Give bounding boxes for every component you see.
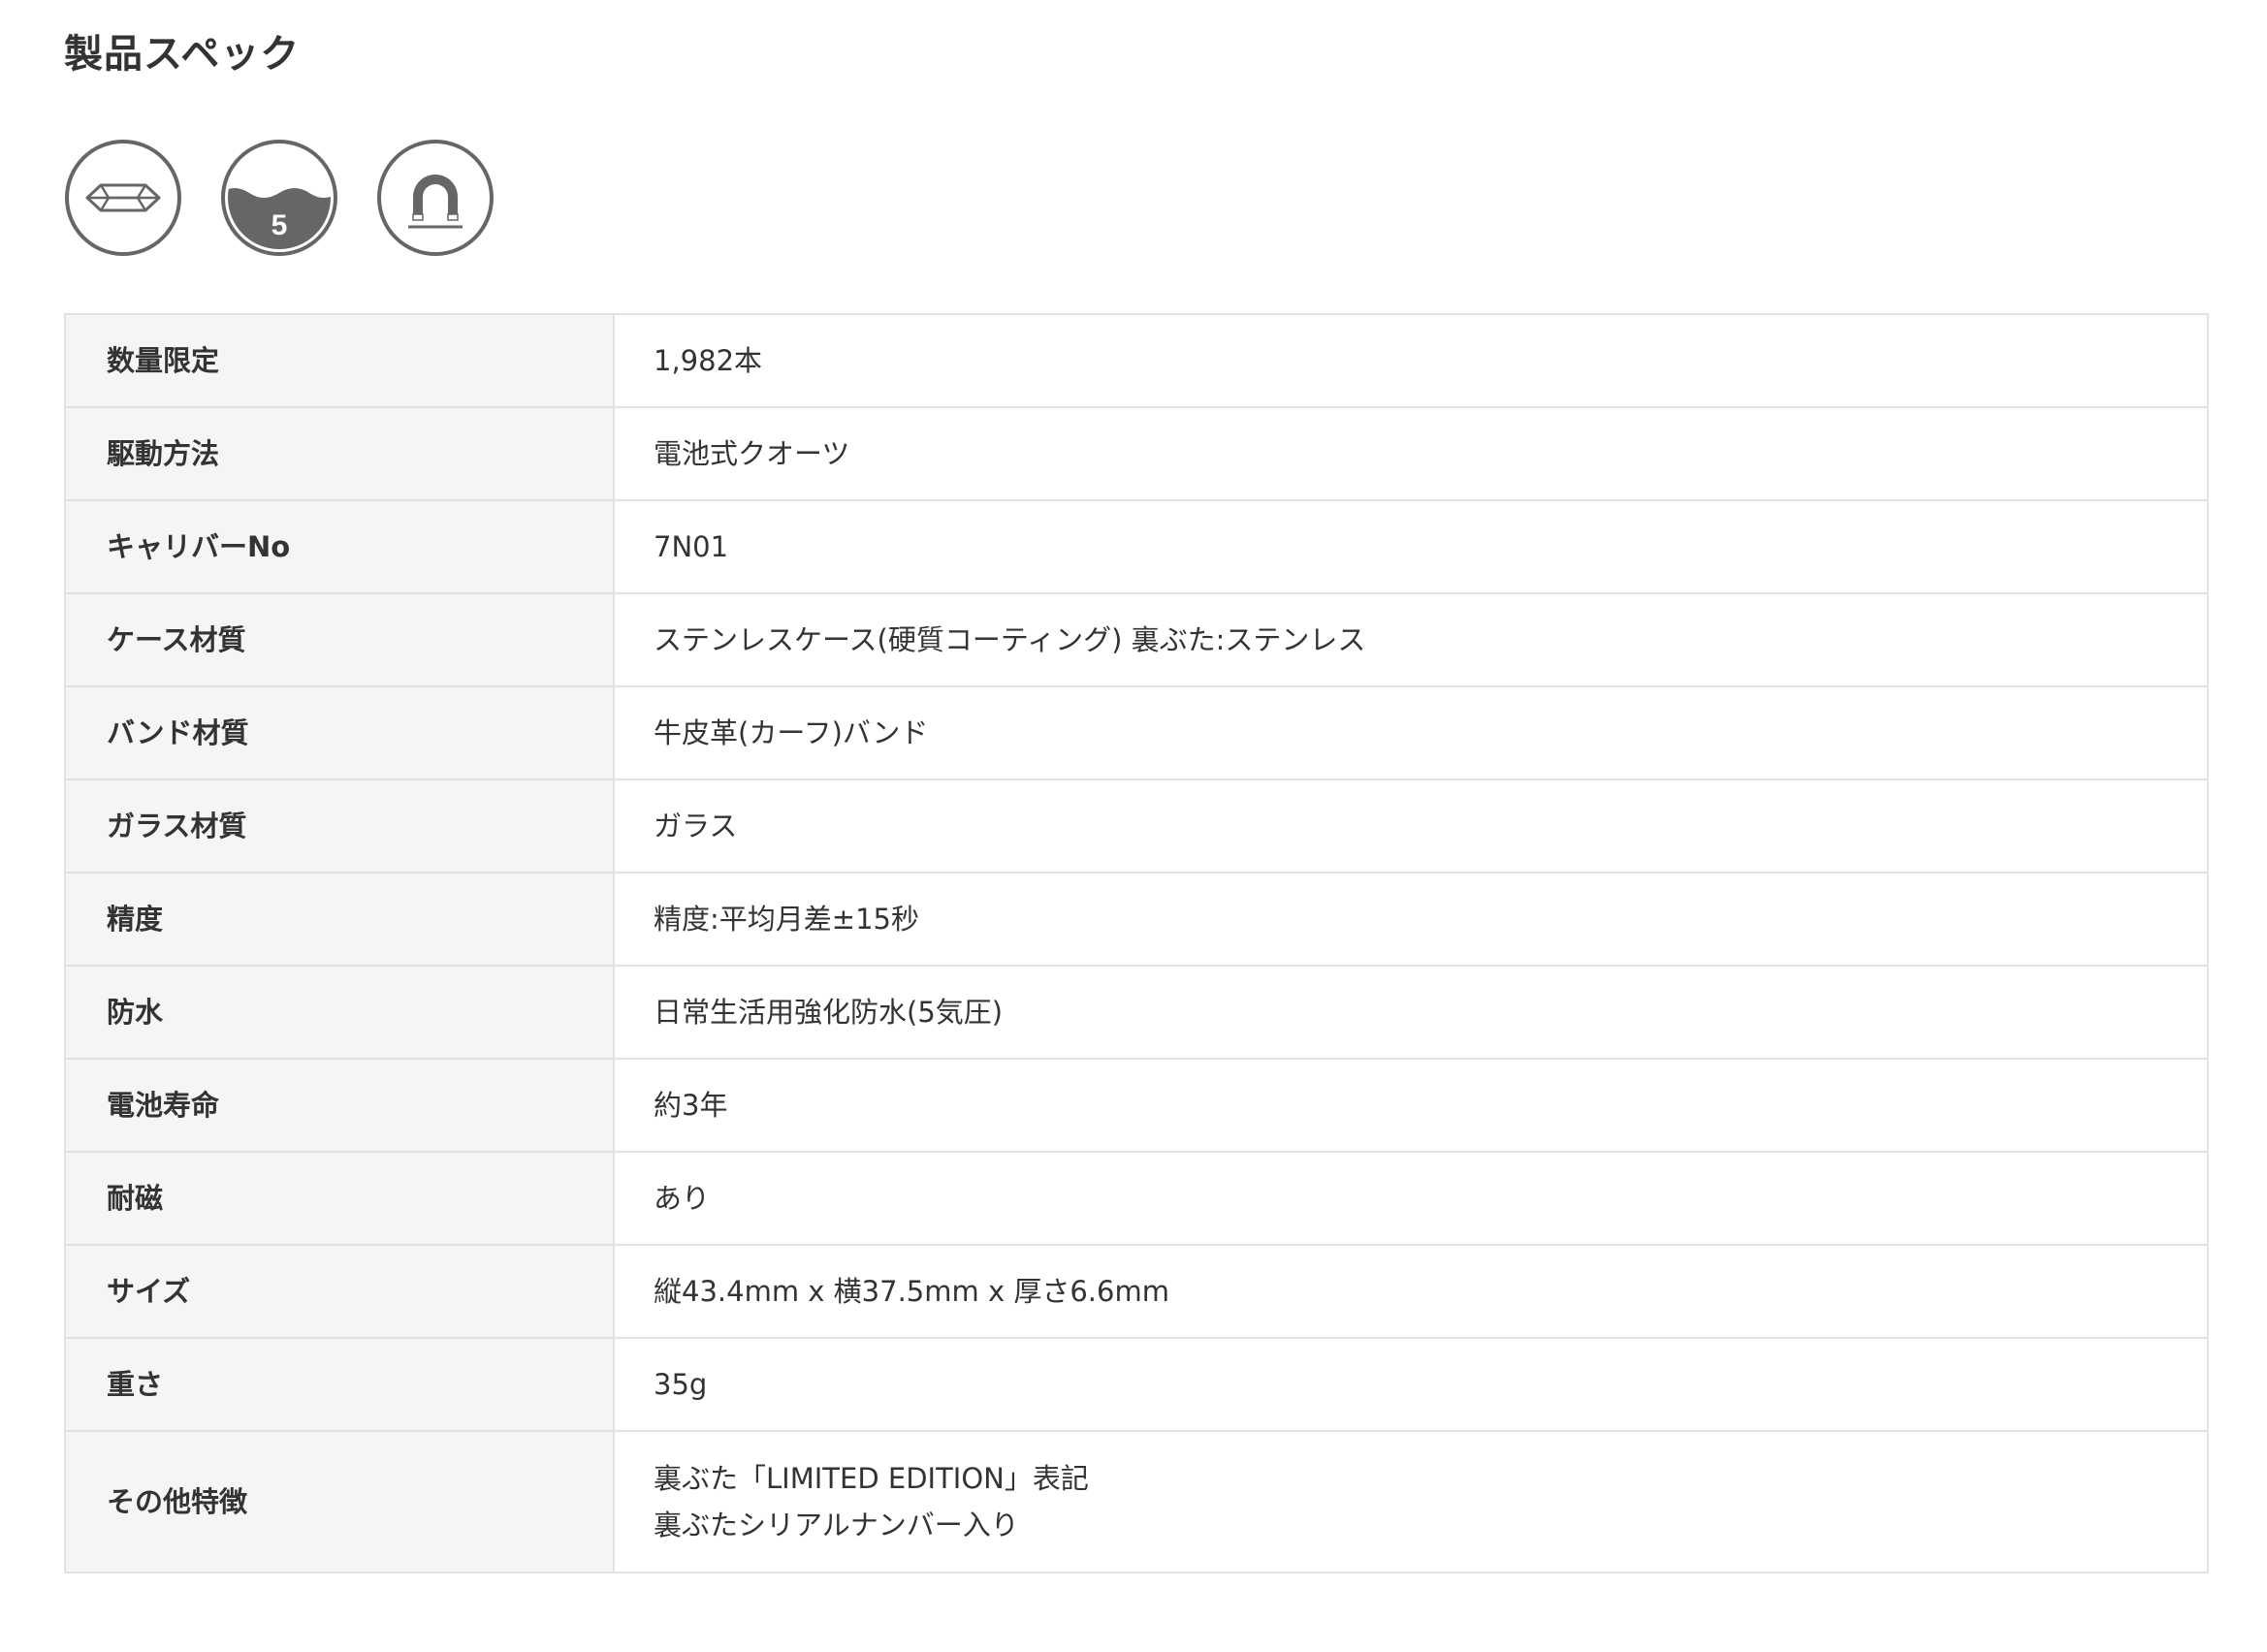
page-title: 製品スペック — [64, 32, 301, 77]
spec-label: 防水 — [64, 965, 615, 1060]
spec-label: 数量限定 — [64, 313, 615, 408]
spec-value-line: 裏ぶた「LIMITED EDITION」表記 — [654, 1462, 1089, 1495]
spec-table: 数量限定 1,982本 駆動方法 電池式クオーツ キャリバーNo 7N01 ケー… — [64, 313, 2209, 1573]
spec-row: キャリバーNo 7N01 — [64, 499, 2209, 594]
spec-value: ステンレスケース(硬質コーティング) 裏ぶた:ステンレス — [613, 592, 2209, 687]
spec-value: 7N01 — [613, 499, 2209, 594]
spec-row: 重さ 35g — [64, 1337, 2209, 1432]
spec-value-line: 裏ぶたシリアルナンバー入り — [654, 1509, 1019, 1541]
spec-row: サイズ 縦43.4mm x 横37.5mm x 厚さ6.6mm — [64, 1244, 2209, 1339]
spec-label: その他特徴 — [64, 1430, 615, 1573]
spec-label: 電池寿命 — [64, 1058, 615, 1153]
sapphire-crystal-icon — [65, 140, 181, 256]
spec-value: 縦43.4mm x 横37.5mm x 厚さ6.6mm — [613, 1244, 2209, 1339]
spec-value: 35g — [613, 1337, 2209, 1432]
spec-row: ケース材質 ステンレスケース(硬質コーティング) 裏ぶた:ステンレス — [64, 592, 2209, 687]
spec-value: 電池式クオーツ — [613, 406, 2209, 501]
spec-label: バンド材質 — [64, 685, 615, 780]
spec-label: キャリバーNo — [64, 499, 615, 594]
spec-label: サイズ — [64, 1244, 615, 1339]
spec-value: 裏ぶた「LIMITED EDITION」表記 裏ぶたシリアルナンバー入り — [613, 1430, 2209, 1573]
spec-value: 精度:平均月差±15秒 — [613, 872, 2209, 967]
spec-label: 重さ — [64, 1337, 615, 1432]
spec-row: 精度 精度:平均月差±15秒 — [64, 872, 2209, 967]
water-resistance-badge: 5 — [271, 209, 288, 241]
spec-row: バンド材質 牛皮革(カーフ)バンド — [64, 685, 2209, 780]
spec-row: 電池寿命 約3年 — [64, 1058, 2209, 1153]
spec-row: 数量限定 1,982本 — [64, 313, 2209, 408]
spec-table-body: 数量限定 1,982本 駆動方法 電池式クオーツ キャリバーNo 7N01 ケー… — [64, 313, 2209, 1573]
spec-value: 1,982本 — [613, 313, 2209, 408]
spec-label: 耐磁 — [64, 1151, 615, 1246]
spec-value: 約3年 — [613, 1058, 2209, 1153]
magnetic-resistant-icon — [377, 140, 494, 256]
water-resistant-5-bar-icon: 5 — [221, 140, 337, 256]
spec-value: 日常生活用強化防水(5気圧) — [613, 965, 2209, 1060]
spec-value: あり — [613, 1151, 2209, 1246]
spec-label: ガラス材質 — [64, 778, 615, 874]
spec-row: 耐磁 あり — [64, 1151, 2209, 1246]
spec-row: 駆動方法 電池式クオーツ — [64, 406, 2209, 501]
product-spec-section: 製品スペック 5 数量限定 1,982本 駆動方法 電池式クオーツ キャリバーN… — [0, 0, 2267, 1652]
spec-row: その他特徴 裏ぶた「LIMITED EDITION」表記 裏ぶたシリアルナンバー… — [64, 1430, 2209, 1573]
spec-row: ガラス材質 ガラス — [64, 778, 2209, 874]
spec-label: 精度 — [64, 872, 615, 967]
spec-row: 防水 日常生活用強化防水(5気圧) — [64, 965, 2209, 1060]
spec-value: ガラス — [613, 778, 2209, 874]
spec-label: ケース材質 — [64, 592, 615, 687]
spec-label: 駆動方法 — [64, 406, 615, 501]
spec-value: 牛皮革(カーフ)バンド — [613, 685, 2209, 780]
feature-icons: 5 — [64, 139, 495, 257]
